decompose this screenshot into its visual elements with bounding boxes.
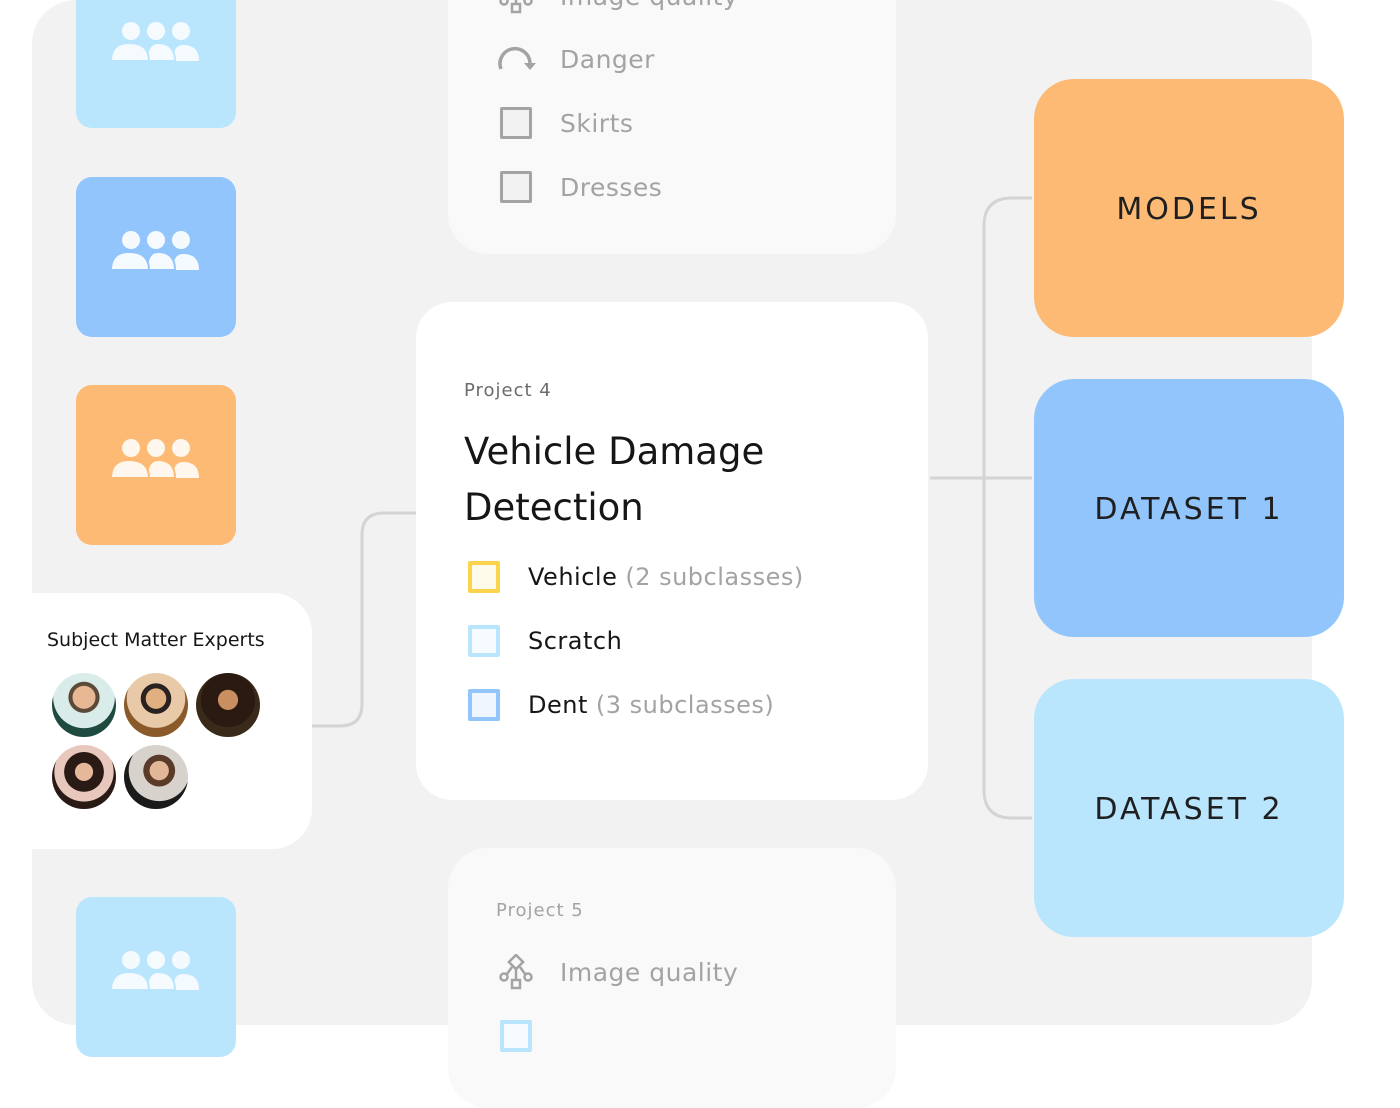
avatar-expert-1[interactable] bbox=[52, 673, 116, 737]
checkbox-icon[interactable] bbox=[500, 107, 532, 139]
sme-card[interactable]: Subject Matter Experts bbox=[32, 593, 312, 849]
target-label: DATASET 1 bbox=[1094, 492, 1284, 527]
people-group-icon bbox=[111, 439, 199, 479]
team-tile-1[interactable] bbox=[76, 0, 236, 128]
class-name: Vehicle bbox=[528, 563, 618, 591]
target-dataset-1[interactable]: DATASET 1 bbox=[1034, 379, 1344, 637]
team-tile-2[interactable] bbox=[76, 177, 236, 337]
class-color-swatch bbox=[468, 625, 500, 657]
class-item-dent[interactable]: Dent (3 subclasses) bbox=[468, 689, 774, 721]
avatar-expert-2[interactable] bbox=[124, 673, 188, 737]
team-tile-3[interactable] bbox=[76, 385, 236, 545]
hierarchy-icon bbox=[496, 952, 536, 992]
faded-row-danger: Danger bbox=[496, 39, 655, 79]
faded-row-image-quality: Image quality bbox=[496, 952, 738, 992]
row-label: Danger bbox=[560, 44, 655, 74]
target-dataset-2[interactable]: DATASET 2 bbox=[1034, 679, 1344, 937]
sme-title: Subject Matter Experts bbox=[47, 629, 265, 651]
class-subclasses: (3 subclasses) bbox=[595, 691, 775, 719]
people-group-icon bbox=[111, 22, 199, 62]
project-card-next[interactable]: Project 5 Image quality bbox=[448, 848, 896, 1108]
class-color-swatch bbox=[468, 689, 500, 721]
target-models[interactable]: MODELS bbox=[1034, 79, 1344, 337]
project-label: Project 5 bbox=[496, 900, 584, 921]
row-label: Dresses bbox=[560, 172, 663, 202]
people-group-icon bbox=[111, 951, 199, 991]
faded-row-dresses: Dresses bbox=[496, 167, 662, 207]
checkbox-icon[interactable] bbox=[500, 171, 532, 203]
class-name: Dent bbox=[528, 691, 588, 719]
connector-sme-to-project bbox=[312, 511, 416, 728]
avatar-expert-4[interactable] bbox=[52, 745, 116, 809]
hierarchy-icon bbox=[496, 0, 536, 16]
people-group-icon bbox=[111, 231, 199, 271]
target-label: MODELS bbox=[1116, 192, 1262, 227]
target-label: DATASET 2 bbox=[1094, 792, 1284, 827]
row-label: Image quality bbox=[560, 957, 739, 987]
project-title: Vehicle Damage Detection bbox=[464, 430, 765, 529]
class-item-scratch[interactable]: Scratch bbox=[468, 625, 622, 657]
team-tile-4[interactable] bbox=[76, 897, 236, 1057]
connector-bracket bbox=[982, 196, 1032, 820]
project-card-previous[interactable]: Image quality Danger Skirts Dresses bbox=[448, 0, 896, 254]
project-label: Project 4 bbox=[464, 380, 552, 401]
row-label: Skirts bbox=[560, 108, 634, 138]
class-color-swatch bbox=[468, 561, 500, 593]
class-item-vehicle[interactable]: Vehicle (2 subclasses) bbox=[468, 561, 804, 593]
class-subclasses: (2 subclasses) bbox=[625, 563, 804, 591]
avatar-expert-5[interactable] bbox=[124, 745, 188, 809]
project-card-main[interactable]: Project 4 Vehicle Damage Detection Vehic… bbox=[416, 302, 928, 800]
row-label: Image quality bbox=[560, 0, 738, 11]
avatar-expert-3[interactable] bbox=[196, 673, 260, 737]
redo-arrow-icon bbox=[496, 39, 536, 79]
class-name: Scratch bbox=[528, 627, 623, 655]
faded-row-skirts: Skirts bbox=[496, 103, 633, 143]
faded-row-image-quality: Image quality bbox=[496, 0, 738, 16]
